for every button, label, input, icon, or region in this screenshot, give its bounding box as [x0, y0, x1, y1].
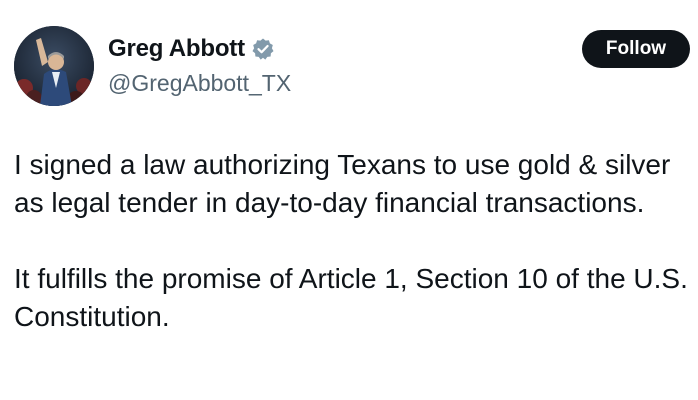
- follow-button[interactable]: Follow: [582, 30, 690, 68]
- tweet-card: Greg Abbott @GregAbbott_TX Follow I sign…: [0, 0, 698, 400]
- author-handle[interactable]: @GregAbbott_TX: [108, 70, 291, 97]
- author-display-name[interactable]: Greg Abbott: [108, 35, 245, 63]
- tweet-paragraph: I signed a law authorizing Texans to use…: [14, 149, 671, 218]
- author-name-row: Greg Abbott: [108, 34, 275, 64]
- avatar[interactable]: [14, 26, 94, 106]
- tweet-paragraph: It fulfills the promise of Article 1, Se…: [14, 263, 688, 332]
- verified-badge-icon: [251, 37, 275, 61]
- tweet-text: I signed a law authorizing Texans to use…: [14, 146, 690, 336]
- profile-photo: [14, 26, 94, 106]
